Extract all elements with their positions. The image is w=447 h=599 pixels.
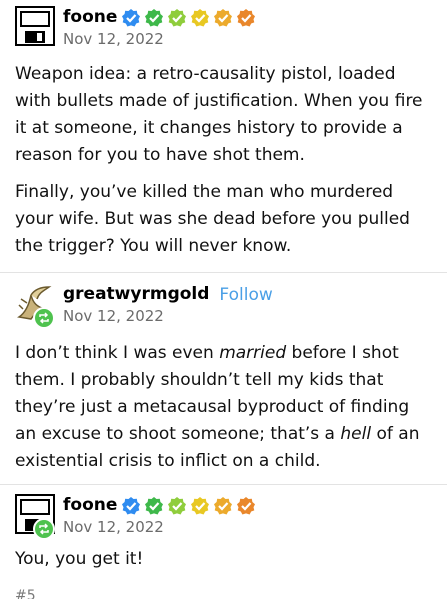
verified-badge-icon (122, 9, 141, 27)
username[interactable]: foone (63, 494, 117, 516)
post-tag[interactable]: #5 (15, 588, 36, 599)
username[interactable]: greatwyrmgold (63, 283, 209, 305)
verified-badge-icon (145, 497, 164, 515)
badge-row (121, 496, 256, 516)
verified-badge-icon (214, 9, 233, 27)
emphasis-text: hell (340, 424, 372, 444)
verified-badge-icon (145, 9, 164, 27)
badge-row (121, 8, 256, 28)
verified-badge-icon (191, 497, 210, 515)
username[interactable]: foone (63, 6, 117, 28)
verified-badge-icon (237, 497, 256, 515)
verified-badge-icon (122, 497, 141, 515)
post-header: greatwyrmgold Follow Nov 12, 2022 (15, 283, 435, 331)
verified-badge-icon (168, 9, 187, 27)
verified-badge-icon (237, 9, 256, 27)
post-body-paragraph: I don’t think I was even married before … (15, 340, 435, 475)
post-body-paragraph: Finally, you’ve killed the man who murde… (15, 182, 410, 256)
post-original: foone Nov 12, 2022 Weapon idea: a retro-… (0, 0, 447, 272)
post-reblog: greatwyrmgold Follow Nov 12, 2022 I don’… (0, 273, 447, 483)
post-body-paragraph: Weapon idea: a retro-causality pistol, l… (15, 64, 423, 165)
post-reply: foone Nov 12, 2022 You, you get it! (0, 485, 447, 595)
post-date[interactable]: Nov 12, 2022 (63, 517, 164, 537)
post-date[interactable]: Nov 12, 2022 (63, 306, 164, 326)
post-header: foone Nov 12, 2022 (15, 494, 435, 542)
post-body-paragraph: You, you get it! (15, 549, 144, 569)
reblog-icon (33, 307, 55, 329)
paragraph-text: I don’t think I was even (15, 343, 220, 363)
post-header: foone Nov 12, 2022 (15, 6, 435, 54)
post-date[interactable]: Nov 12, 2022 (63, 29, 164, 49)
reblog-icon (33, 518, 55, 540)
verified-badge-icon (191, 9, 210, 27)
follow-button[interactable]: Follow (219, 284, 272, 306)
floppy-avatar-icon[interactable] (15, 6, 55, 46)
verified-badge-icon (168, 497, 187, 515)
verified-badge-icon (214, 497, 233, 515)
emphasis-text: married (219, 343, 287, 363)
